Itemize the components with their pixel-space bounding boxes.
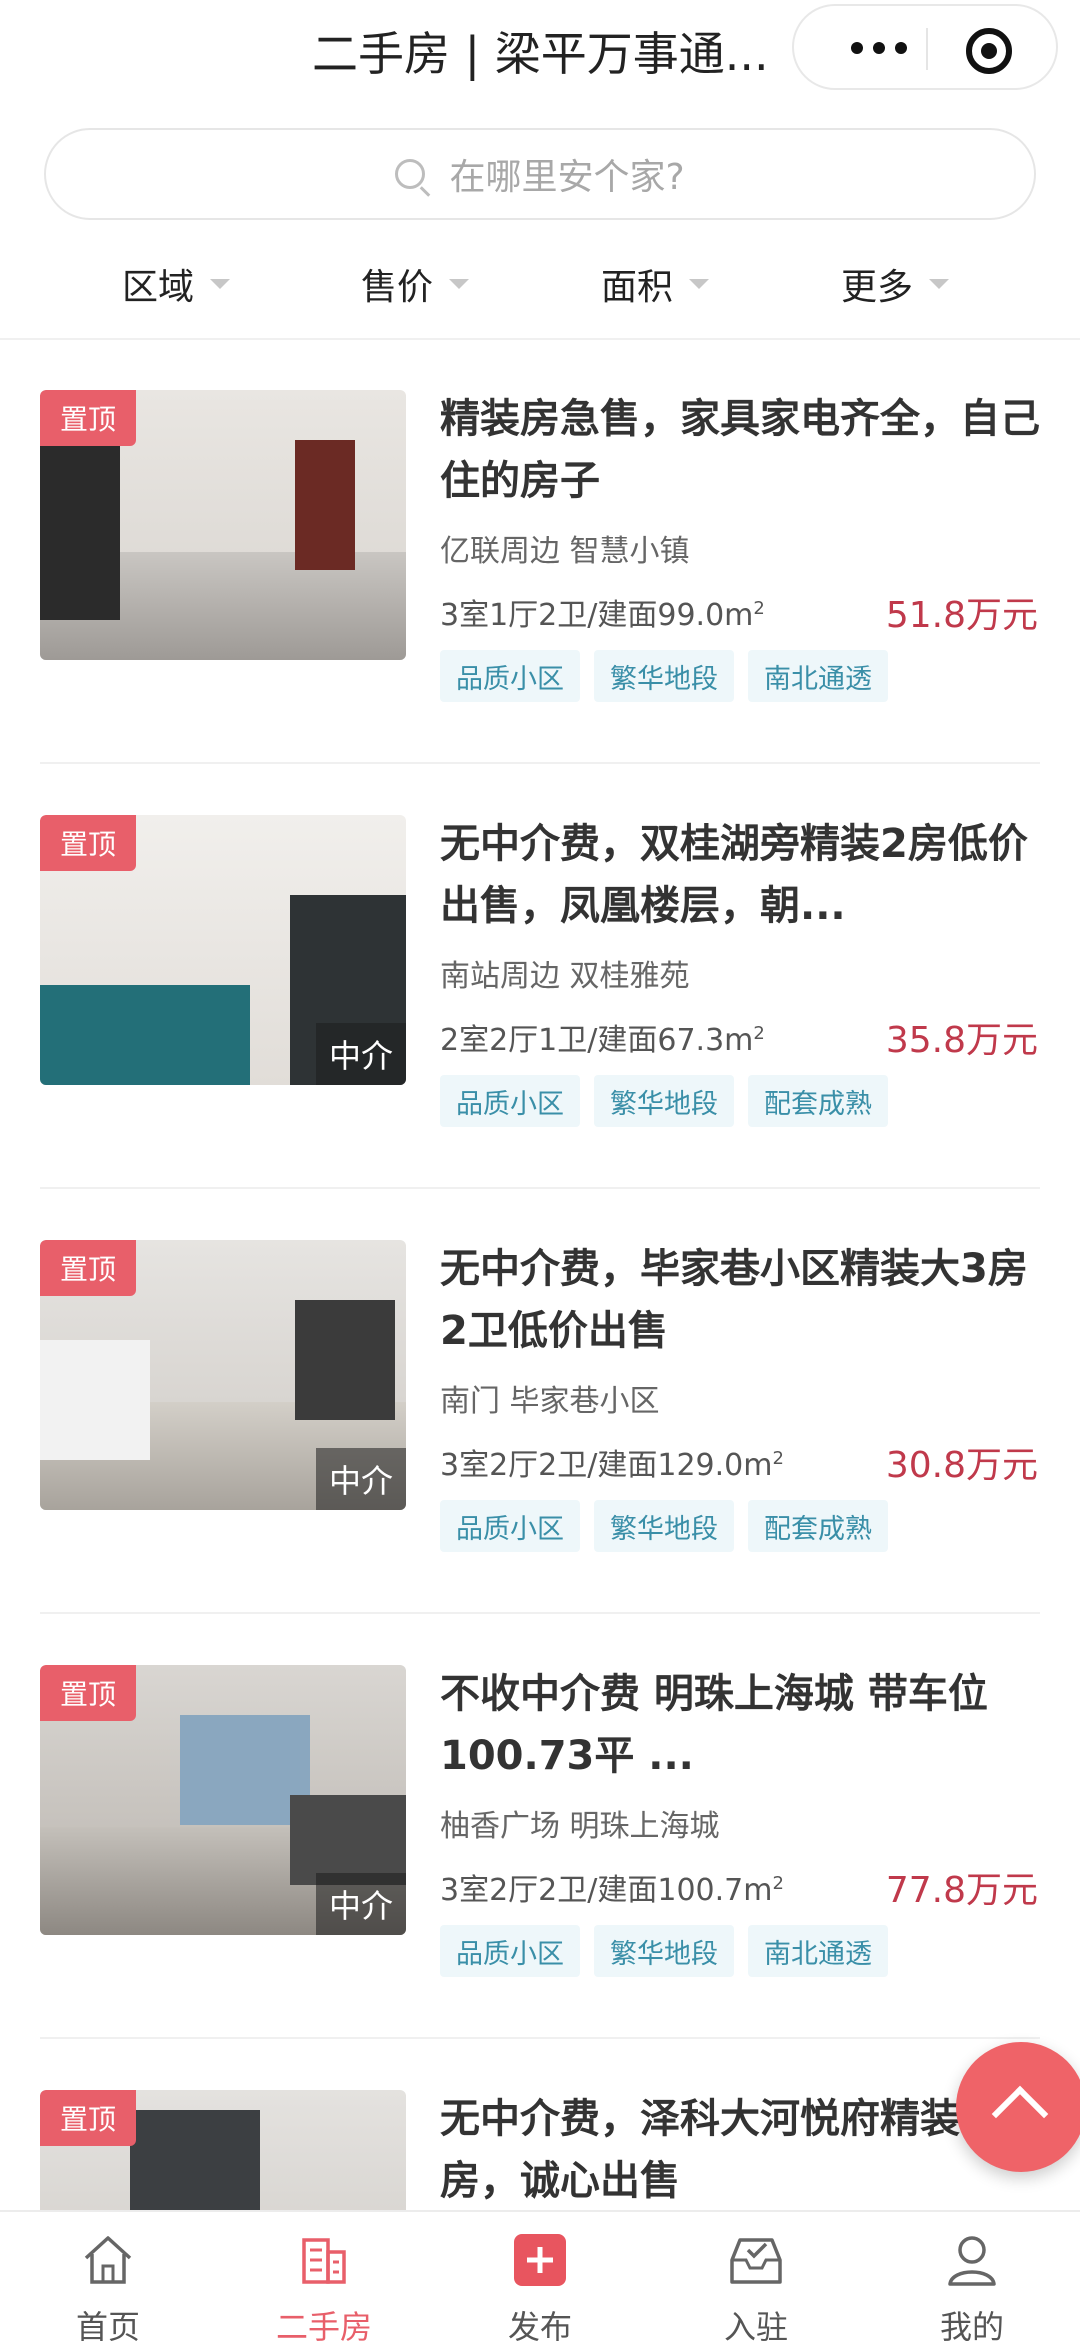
tab-label: 我的 [939, 2308, 1004, 2346]
tab-label: 二手房 [275, 2308, 372, 2346]
listing-tags: 品质小区 繁华地段 配套成熟 [440, 1500, 888, 1552]
listing-location: 亿联周边 智慧小镇 [440, 534, 690, 569]
tab-home[interactable]: 首页 [0, 2212, 216, 2349]
tab-label: 入驻 [723, 2308, 788, 2346]
tag: 繁华地段 [594, 1500, 734, 1552]
tab-mine[interactable]: 我的 [864, 2212, 1080, 2349]
caret-down-icon [449, 279, 470, 289]
filter-label: 面积 [601, 267, 674, 308]
listing-card[interactable]: 置顶 中介 不收中介费 明珠上海城 带车位 100.73平 ... 柚香广场 明… [0, 1665, 1080, 2090]
tag: 配套成熟 [748, 1500, 888, 1552]
capsule-divider [926, 28, 928, 70]
divider [40, 2037, 1040, 2039]
listing-spec: 2室2厅1卫/建面67.3m2 [440, 1023, 765, 1058]
nav-header: 二手房 | 梁平万事通... [0, 0, 1080, 110]
listing-photo: 置顶 [40, 2090, 406, 2210]
agent-label: 中介 [316, 1448, 406, 1510]
listing-location: 南门 毕家巷小区 [440, 1384, 660, 1419]
listing-card[interactable]: 置顶 中介 无中介费，双桂湖旁精装2房低价出售，凤凰楼层，朝... 南站周边 双… [0, 815, 1080, 1240]
listing-title: 无中介费，毕家巷小区精装大3房2卫低价出售 [440, 1246, 1028, 1354]
filter-price[interactable]: 售价 [361, 258, 470, 310]
agent-label: 中介 [316, 1023, 406, 1085]
filter-area[interactable]: 区域 [122, 258, 231, 310]
listing-title: 精装房急售，家具家电齐全，自己住的房子 [440, 396, 1040, 504]
plus-icon [514, 2234, 566, 2286]
pinned-badge: 置顶 [40, 1240, 136, 1296]
inbox-icon [730, 2238, 782, 2284]
search-input[interactable]: 在哪里安个家? [44, 128, 1036, 220]
bottom-tab-bar: 首页 二手房 发布 入驻 我的 [0, 2210, 1080, 2349]
filter-bar: 区域 售价 面积 更多 [0, 240, 1080, 340]
tag: 品质小区 [440, 1925, 580, 1977]
pinned-badge: 置顶 [40, 815, 136, 871]
listing-photo: 置顶 中介 [40, 1240, 406, 1510]
page-title: 二手房 | 梁平万事通... [312, 27, 769, 81]
caret-down-icon [689, 279, 710, 289]
tab-join[interactable]: 入驻 [648, 2212, 864, 2349]
home-icon [84, 2236, 132, 2284]
filter-label: 更多 [841, 267, 914, 308]
tag: 繁华地段 [594, 1075, 734, 1127]
listing-spec: 3室1厅2卫/建面99.0m2 [440, 598, 765, 633]
user-icon [948, 2236, 996, 2286]
divider [40, 1612, 1040, 1614]
listing-location: 柚香广场 明珠上海城 [440, 1809, 720, 1844]
tag: 配套成熟 [748, 1075, 888, 1127]
listing-price: 30.8万元 [885, 1445, 1038, 1486]
more-icon[interactable] [834, 26, 924, 70]
listing-price: 77.8万元 [885, 1870, 1038, 1911]
listing-title: 不收中介费 明珠上海城 带车位 100.73平 ... [440, 1671, 988, 1779]
caret-down-icon [210, 279, 231, 289]
filter-size[interactable]: 面积 [601, 258, 710, 310]
chevron-up-icon [991, 2085, 1049, 2143]
mini-program-capsule [792, 4, 1058, 90]
listing-spec: 3室2厅2卫/建面100.7m2 [440, 1873, 784, 1908]
tab-label: 发布 [507, 2308, 572, 2346]
listing-tags: 品质小区 繁华地段 南北通透 [440, 650, 888, 702]
listing-location: 南站周边 双桂雅苑 [440, 959, 690, 994]
pinned-badge: 置顶 [40, 1665, 136, 1721]
tag: 品质小区 [440, 1500, 580, 1552]
listing-price: 51.8万元 [885, 595, 1038, 636]
listing-price: 35.8万元 [885, 1020, 1038, 1061]
search-placeholder: 在哪里安个家? [449, 157, 685, 198]
filter-label: 售价 [361, 267, 434, 308]
divider [40, 762, 1040, 764]
filter-label: 区域 [122, 267, 195, 308]
tab-publish[interactable]: 发布 [432, 2212, 648, 2349]
caret-down-icon [929, 279, 950, 289]
tag: 繁华地段 [594, 1925, 734, 1977]
listing-photo: 置顶 [40, 390, 406, 660]
listing-title: 无中介费，双桂湖旁精装2房低价出售，凤凰楼层，朝... [440, 821, 1028, 929]
scroll-top-button[interactable] [956, 2042, 1080, 2172]
tab-label: 首页 [75, 2308, 140, 2346]
search-icon [395, 159, 426, 189]
building-icon [302, 2238, 346, 2284]
listing-title: 无中介费，泽科大河悦府精装3房，诚心出售 [440, 2096, 988, 2204]
tab-secondhand[interactable]: 二手房 [216, 2212, 432, 2349]
pinned-badge: 置顶 [40, 2090, 136, 2146]
listing-card[interactable]: 置顶 精装房急售，家具家电齐全，自己住的房子 亿联周边 智慧小镇 3室1厅2卫/… [0, 390, 1080, 815]
listing-tags: 品质小区 繁华地段 南北通透 [440, 1925, 888, 1977]
listing-photo: 置顶 中介 [40, 815, 406, 1085]
tag: 品质小区 [440, 650, 580, 702]
listing-card[interactable]: 置顶 无中介费，泽科大河悦府精装3房，诚心出售 [0, 2090, 1080, 2210]
close-target-icon[interactable] [966, 28, 1012, 74]
tag: 南北通透 [748, 1925, 888, 1977]
agent-label: 中介 [316, 1873, 406, 1935]
tag: 繁华地段 [594, 650, 734, 702]
listing-photo: 置顶 中介 [40, 1665, 406, 1935]
pinned-badge: 置顶 [40, 390, 136, 446]
tag: 南北通透 [748, 650, 888, 702]
listing-card[interactable]: 置顶 中介 无中介费，毕家巷小区精装大3房2卫低价出售 南门 毕家巷小区 3室2… [0, 1240, 1080, 1665]
divider [40, 1187, 1040, 1189]
filter-more[interactable]: 更多 [841, 258, 950, 310]
listing-spec: 3室2厅2卫/建面129.0m2 [440, 1448, 784, 1483]
tag: 品质小区 [440, 1075, 580, 1127]
listing-tags: 品质小区 繁华地段 配套成熟 [440, 1075, 888, 1127]
